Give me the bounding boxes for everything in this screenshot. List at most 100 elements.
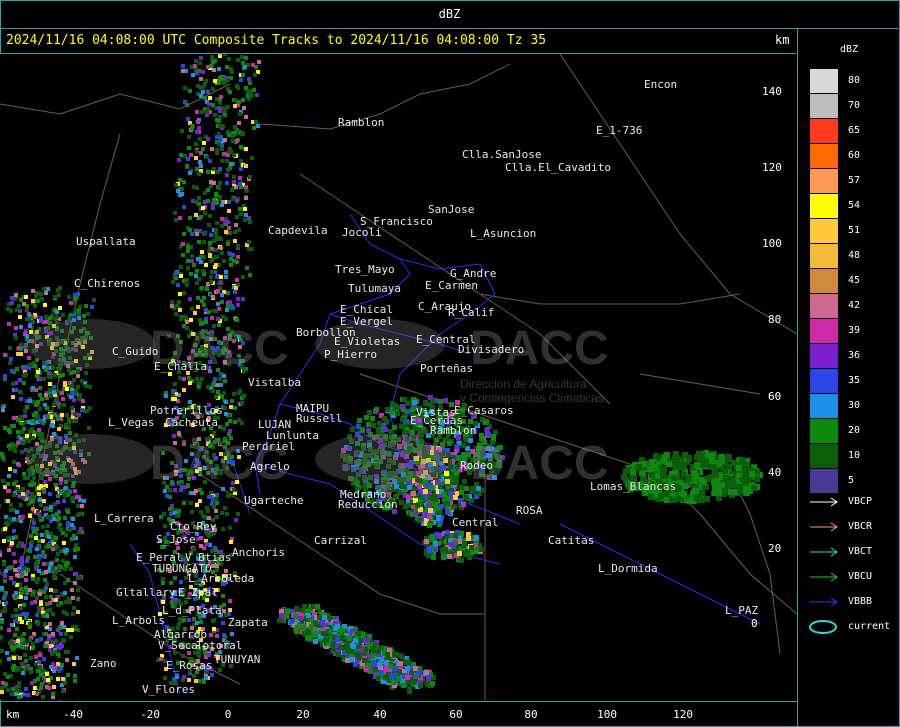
place-label: E_Violetas bbox=[334, 335, 401, 348]
place-label: Ramblon bbox=[338, 116, 385, 129]
radar-pixel bbox=[60, 413, 64, 417]
radar-pixel bbox=[42, 377, 46, 381]
radar-pixel bbox=[424, 670, 429, 675]
radar-pixel bbox=[78, 305, 82, 309]
radar-pixel bbox=[22, 381, 26, 385]
radar-pixel bbox=[71, 497, 75, 501]
radar-pixel bbox=[226, 242, 230, 246]
radar-pixel bbox=[26, 568, 30, 572]
radar-pixel bbox=[222, 391, 226, 395]
radar-pixel bbox=[217, 67, 221, 71]
radar-pixel bbox=[36, 432, 40, 436]
radar-pixel bbox=[35, 692, 39, 696]
radar-pixel bbox=[65, 413, 69, 417]
radar-map[interactable]: DACC DACC DACC DACC Direccion de Agricul… bbox=[0, 54, 797, 700]
radar-pixel bbox=[70, 406, 74, 410]
radar-pixel bbox=[196, 305, 200, 309]
radar-pixel bbox=[63, 381, 67, 385]
radar-pixel bbox=[18, 378, 22, 382]
radar-pixel bbox=[0, 649, 4, 653]
radar-pixel bbox=[55, 558, 59, 562]
radar-pixel bbox=[222, 152, 226, 156]
radar-pixel bbox=[457, 551, 462, 556]
radar-pixel bbox=[236, 255, 240, 259]
radar-pixel bbox=[201, 70, 205, 74]
radar-pixel bbox=[214, 192, 218, 196]
radar-pixel bbox=[398, 661, 403, 666]
track-label: VBCU bbox=[848, 571, 873, 582]
radar-pixel bbox=[202, 232, 206, 236]
radar-pixel bbox=[178, 178, 182, 182]
radar-pixel bbox=[226, 105, 230, 109]
radar-pixel bbox=[27, 317, 31, 321]
radar-pixel bbox=[78, 393, 82, 397]
radar-pixel bbox=[15, 510, 19, 514]
radar-pixel bbox=[463, 437, 468, 442]
radar-pixel bbox=[72, 662, 76, 666]
radar-pixel bbox=[188, 228, 192, 232]
legend-value: 51 bbox=[848, 225, 861, 236]
legend-value: 39 bbox=[848, 325, 861, 336]
radar-pixel bbox=[238, 112, 242, 116]
radar-pixel bbox=[430, 399, 435, 404]
radar-pixel bbox=[73, 679, 77, 683]
radar-pixel bbox=[353, 638, 358, 643]
radar-pixel bbox=[16, 430, 20, 434]
legend-swatch bbox=[810, 369, 838, 393]
radar-pixel bbox=[187, 618, 191, 622]
radar-pixel bbox=[445, 501, 450, 506]
radar-pixel bbox=[669, 497, 675, 503]
radar-pixel bbox=[171, 397, 175, 401]
radar-pixel bbox=[295, 625, 300, 630]
radar-pixel bbox=[190, 259, 194, 263]
radar-pixel bbox=[220, 147, 224, 151]
radar-pixel bbox=[402, 430, 407, 435]
radar-pixel bbox=[219, 275, 223, 279]
radar-pixel bbox=[45, 609, 49, 613]
radar-pixel bbox=[55, 315, 59, 319]
legend-swatch bbox=[810, 194, 838, 218]
radar-pixel bbox=[7, 474, 11, 478]
radar-pixel bbox=[185, 283, 189, 287]
radar-pixel bbox=[236, 86, 240, 90]
legend-value: 5 bbox=[848, 475, 855, 486]
place-label: Zapata bbox=[228, 616, 268, 629]
radar-pixel bbox=[17, 463, 21, 467]
place-label: C_Chirenos bbox=[74, 277, 141, 290]
radar-pixel bbox=[242, 106, 246, 110]
radar-pixel bbox=[190, 232, 194, 236]
radar-pixel bbox=[173, 576, 177, 580]
radar-pixel bbox=[24, 596, 28, 600]
radar-pixel bbox=[453, 495, 458, 500]
radar-pixel bbox=[67, 368, 71, 372]
radar-pixel bbox=[163, 676, 167, 680]
place-label: L_Carrera bbox=[94, 512, 154, 525]
radar-pixel bbox=[300, 625, 305, 630]
radar-pixel bbox=[393, 666, 398, 671]
radar-pixel bbox=[199, 510, 203, 514]
radar-pixel bbox=[198, 137, 202, 141]
ellipse-icon bbox=[809, 620, 837, 634]
radar-pixel bbox=[218, 425, 222, 429]
radar-pixel bbox=[224, 270, 228, 274]
radar-pixel bbox=[238, 182, 242, 186]
radar-pixel bbox=[61, 689, 65, 693]
radar-pixel bbox=[19, 298, 23, 302]
radar-pixel bbox=[35, 639, 39, 643]
radar-pixel bbox=[20, 450, 24, 454]
radar-pixel bbox=[215, 634, 219, 638]
legend-value: 36 bbox=[848, 350, 861, 361]
radar-pixel bbox=[200, 250, 204, 254]
radar-pixel bbox=[723, 475, 729, 481]
radar-pixel bbox=[31, 577, 35, 581]
radar-pixel bbox=[220, 511, 224, 515]
radar-pixel bbox=[52, 432, 56, 436]
radar-pixel bbox=[0, 626, 3, 630]
radar-pixel bbox=[229, 263, 233, 267]
radar-pixel bbox=[31, 642, 35, 646]
radar-pixel bbox=[9, 576, 13, 580]
radar-pixel bbox=[694, 462, 700, 468]
radar-canvas[interactable]: DACC DACC DACC DACC Direccion de Agricul… bbox=[0, 54, 797, 700]
radar-pixel bbox=[11, 687, 15, 691]
radar-pixel bbox=[14, 326, 18, 330]
